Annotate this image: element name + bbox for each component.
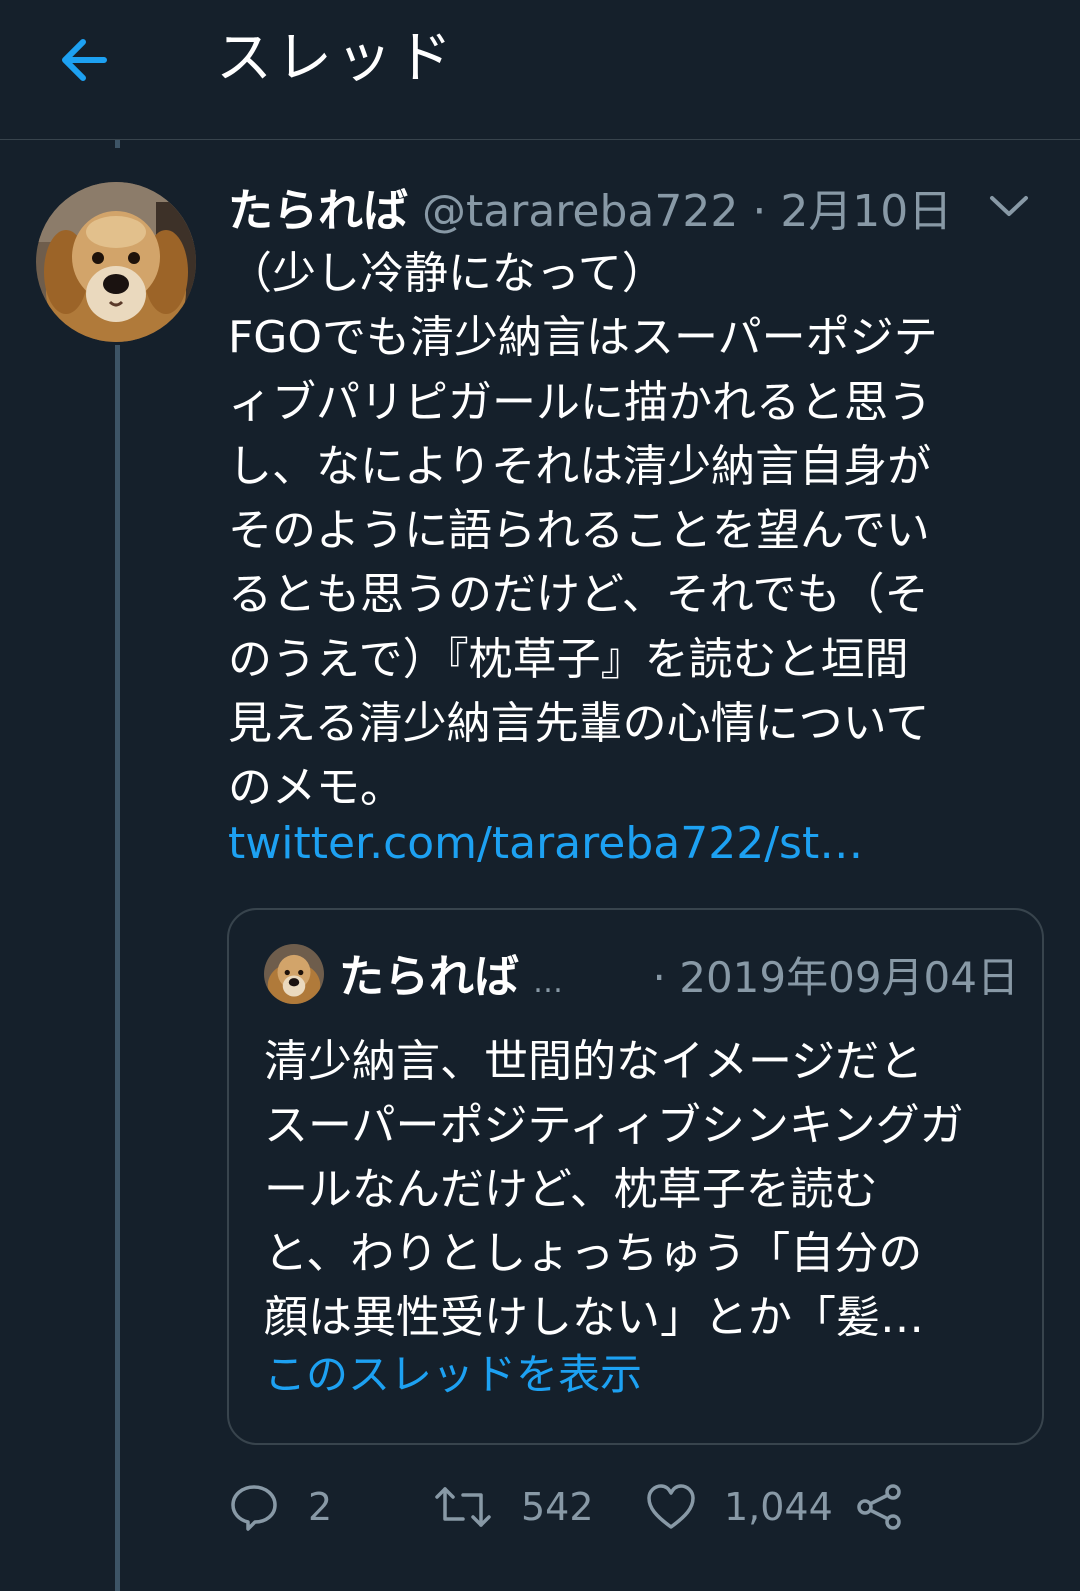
arrow-left-icon — [62, 39, 107, 81]
dog-avatar-image — [264, 944, 324, 1004]
share-icon — [857, 1484, 901, 1530]
top-app-bar: スレッド — [0, 0, 1080, 140]
avatar[interactable] — [36, 182, 196, 342]
thread-connector-line — [115, 345, 120, 1591]
chevron-down-icon — [990, 196, 1028, 216]
retweet-count: 542 — [521, 1485, 594, 1529]
heart-icon — [647, 1484, 695, 1529]
tweet-link[interactable]: twitter.com/tarareba722/st… — [228, 812, 863, 876]
quote-text: 清少納言、世間的なイメージだと スーパーポジティィブシンキングガ ールなんだけど、枕… — [264, 1036, 964, 1343]
thread-connector-line — [115, 140, 120, 148]
like-button[interactable]: 1,044 — [646, 1472, 833, 1542]
show-thread-link[interactable]: このスレッドを表示 — [264, 1345, 642, 1405]
thread-screen: スレッド たられば @tarareba722 · 2月10日 （少し冷静になって — [0, 0, 1080, 1591]
handle-text[interactable]: @tarareba722 — [422, 186, 738, 237]
quote-header: たられば … · 2019年09月04日 — [339, 940, 1019, 1003]
like-count: 1,044 — [724, 1485, 833, 1529]
back-button[interactable] — [52, 28, 116, 92]
tweet-menu-button[interactable] — [986, 186, 1032, 226]
quote-handle-ellipsis: … — [533, 965, 564, 1000]
author-handle: @tarareba722 · 2月10日 — [422, 175, 952, 239]
quote-date: · 2019年09月04日 — [652, 953, 1019, 1002]
reply-count: 2 — [308, 1485, 333, 1529]
tweet-date: · 2月10日 — [738, 186, 953, 237]
reply-icon — [231, 1485, 277, 1531]
share-button[interactable] — [854, 1472, 904, 1542]
quoted-tweet[interactable]: たられば … · 2019年09月04日 清少納言、世間的なイメージだと スーパー… — [227, 908, 1044, 1445]
retweet-icon — [435, 1487, 491, 1527]
retweet-button[interactable]: 542 — [433, 1472, 594, 1542]
reply-button[interactable]: 2 — [228, 1472, 332, 1542]
tweet-actions: 2 542 1,044 — [228, 1472, 1028, 1542]
page-title: スレッド — [216, 26, 456, 91]
tweet-header: たられば @tarareba722 · 2月10日 — [228, 174, 952, 238]
author-name[interactable]: たられば — [228, 174, 408, 239]
tweet-text: （少し冷静になって） FGOでも清少納言はスーパーポジテ ィブパリピガールに描かれる… — [228, 248, 938, 814]
dog-avatar-image — [36, 182, 196, 342]
quote-author-name: たられば — [339, 950, 520, 1003]
quote-avatar — [264, 944, 324, 1004]
